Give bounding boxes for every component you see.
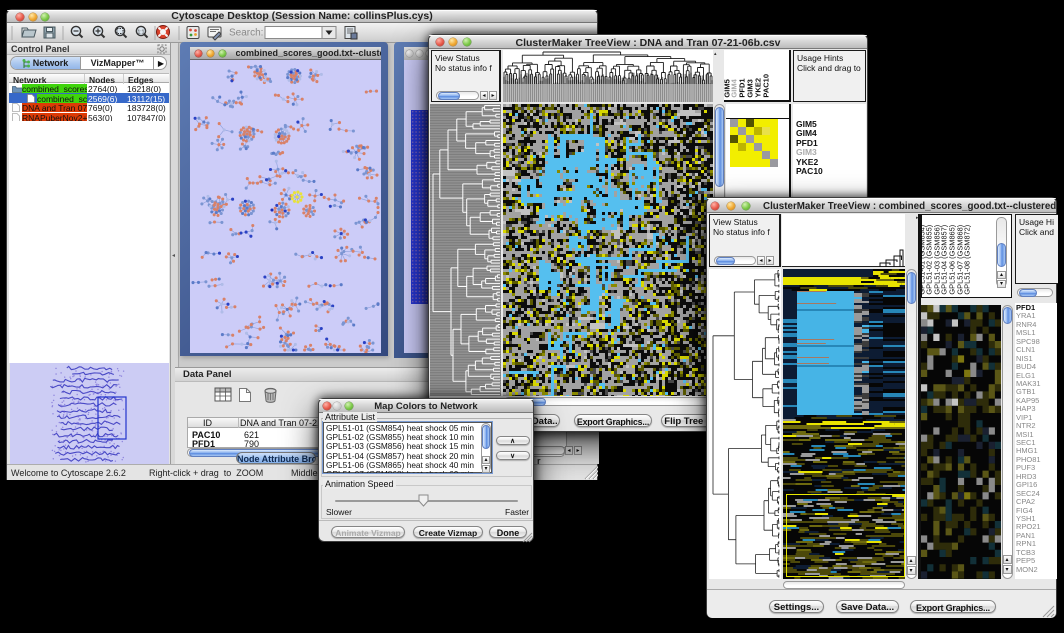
svg-text:1:1: 1:1: [138, 30, 145, 36]
svg-text:Search:: Search:: [229, 28, 263, 39]
